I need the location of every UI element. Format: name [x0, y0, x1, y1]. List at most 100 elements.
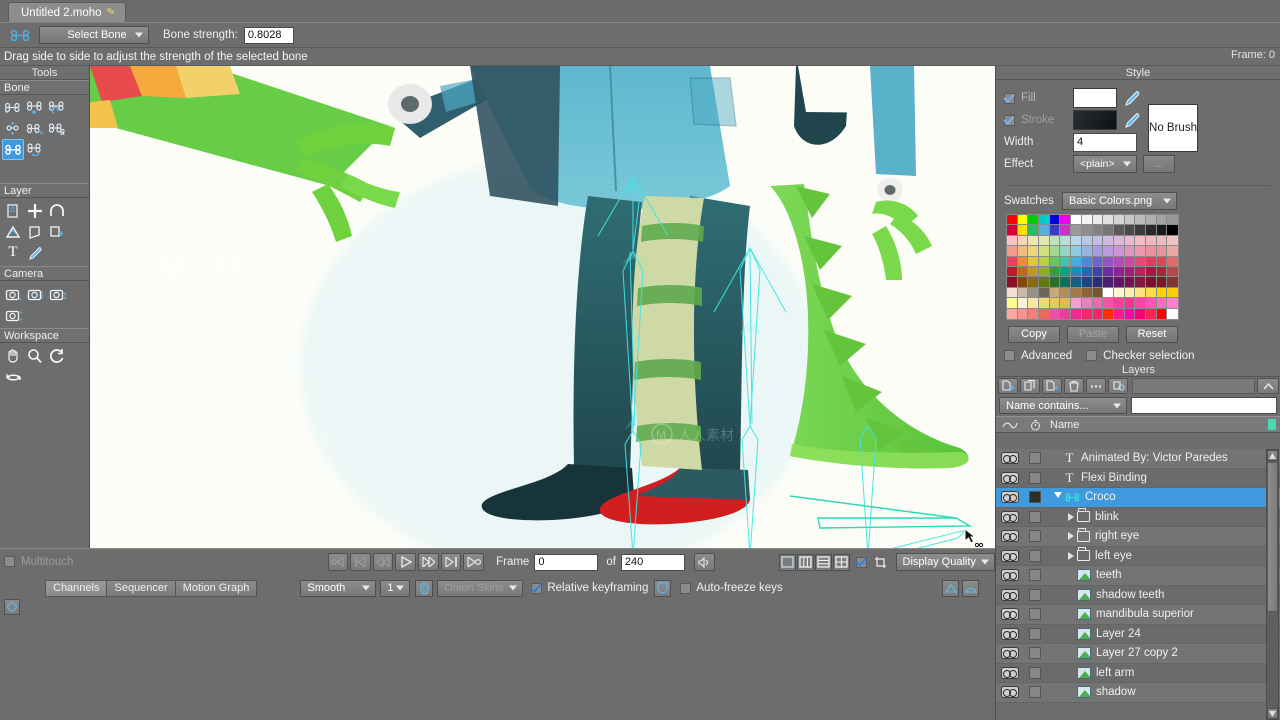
color-swatch[interactable] [1080, 307, 1094, 320]
color-swatch[interactable] [1112, 307, 1126, 320]
step-back-button[interactable] [372, 553, 394, 571]
color-swatch[interactable] [1123, 265, 1137, 279]
add-bone-tool[interactable] [2, 97, 24, 118]
color-swatch[interactable] [1155, 307, 1169, 320]
color-swatch[interactable] [1091, 255, 1105, 268]
color-swatch[interactable] [1155, 265, 1169, 279]
color-swatch[interactable] [1144, 213, 1158, 227]
layer-select-box[interactable] [1024, 627, 1046, 640]
frame-input[interactable]: 0 [534, 553, 599, 571]
layer-rotate-tool[interactable] [46, 200, 68, 221]
color-swatch[interactable] [1112, 234, 1126, 248]
more-options-icon[interactable] [1086, 378, 1106, 394]
layers-list[interactable]: T Animated By: Victor Paredes T Flexi Bindi… [996, 449, 1280, 720]
color-swatch[interactable] [1016, 265, 1030, 279]
layers-scrollbar[interactable] [1266, 449, 1279, 720]
color-swatch[interactable] [1112, 297, 1126, 310]
color-swatch[interactable] [1134, 307, 1147, 320]
color-swatch[interactable] [1080, 286, 1094, 300]
layer-select-box[interactable] [1024, 530, 1046, 543]
fill-checkbox[interactable] [1004, 92, 1015, 104]
color-swatch[interactable] [1027, 297, 1041, 310]
timeline-key-toggle[interactable] [4, 599, 20, 615]
layer-translate-tool[interactable] [2, 200, 24, 221]
color-swatch[interactable] [1006, 297, 1019, 310]
keyframe-shield-icon[interactable] [654, 579, 672, 597]
color-swatch[interactable] [1070, 276, 1083, 289]
zoom-tool[interactable] [24, 345, 46, 366]
duplicate-layer-icon[interactable] [1020, 378, 1040, 394]
color-swatch[interactable] [1038, 213, 1051, 227]
canvas-artwork[interactable]: M 人人素材 M 人人素材 M 人人素材 [90, 66, 995, 548]
chevron-right-icon[interactable] [1068, 532, 1074, 541]
color-swatch[interactable] [1123, 276, 1137, 289]
color-swatch[interactable] [1016, 213, 1030, 227]
color-swatch[interactable] [1016, 286, 1030, 300]
color-swatch[interactable] [1027, 234, 1041, 248]
fill-eyedropper-icon[interactable] [1123, 89, 1141, 107]
onion-skins-combo[interactable]: Onion Skins [437, 579, 524, 597]
color-swatch[interactable] [1027, 265, 1041, 279]
color-swatch[interactable] [1016, 297, 1030, 310]
color-swatch[interactable] [1048, 245, 1062, 258]
color-swatch[interactable] [1070, 224, 1083, 237]
jump-to-end-button[interactable] [463, 553, 485, 571]
color-swatch[interactable] [1059, 286, 1073, 300]
layer-row[interactable]: left eye [996, 546, 1280, 566]
color-swatch[interactable] [1038, 276, 1051, 289]
layers-scroll-up[interactable] [1267, 450, 1278, 461]
color-swatch[interactable] [1038, 255, 1051, 268]
color-swatch[interactable] [1144, 224, 1158, 237]
scale-up-icon[interactable] [942, 579, 959, 597]
color-swatch[interactable] [1091, 245, 1105, 258]
color-swatch[interactable] [1134, 286, 1147, 300]
layers-scroll-down[interactable] [1267, 708, 1278, 719]
transform-bone-tool[interactable] [24, 139, 46, 160]
layer-row[interactable]: Layer 24 [996, 624, 1280, 644]
color-swatch[interactable] [1102, 255, 1115, 268]
color-swatch[interactable] [1134, 276, 1147, 289]
layer-row[interactable]: shadow [996, 683, 1280, 703]
color-swatch[interactable] [1048, 255, 1062, 268]
color-swatch[interactable] [1091, 265, 1105, 279]
layer-row[interactable]: T Flexi Binding [996, 468, 1280, 488]
color-swatch[interactable] [1070, 213, 1083, 227]
layer-select-box[interactable] [1024, 491, 1046, 504]
color-swatch[interactable] [1102, 213, 1115, 227]
color-swatch[interactable] [1006, 224, 1019, 237]
layer-visibility-toggle[interactable] [996, 510, 1024, 523]
play-button[interactable] [395, 553, 417, 571]
color-swatch[interactable] [1006, 245, 1019, 258]
camera-zoom-tool[interactable] [24, 283, 46, 304]
display-quality-combo[interactable]: Display Quality [895, 553, 995, 571]
color-swatch[interactable] [1134, 224, 1147, 237]
advanced-checkbox[interactable] [1004, 350, 1015, 362]
layer-select-box[interactable] [1024, 569, 1046, 582]
color-swatch[interactable] [1102, 286, 1115, 300]
canvas-viewport[interactable]: M 人人素材 M 人人素材 M 人人素材 [90, 66, 995, 548]
color-swatch[interactable] [1112, 224, 1126, 237]
stroke-checkbox[interactable] [1004, 114, 1015, 126]
color-swatch[interactable] [1144, 276, 1158, 289]
color-swatch[interactable] [1080, 265, 1094, 279]
camera-track-tool[interactable] [2, 283, 24, 304]
color-swatch[interactable] [1006, 307, 1019, 320]
scale-down-icon[interactable] [962, 579, 979, 597]
chevron-up-icon[interactable] [1257, 378, 1279, 394]
bone-offset-tool[interactable] [24, 97, 46, 118]
color-swatch[interactable] [1059, 276, 1073, 289]
camera-roll-tool[interactable] [46, 283, 68, 304]
color-swatch[interactable] [1144, 234, 1158, 248]
layer-visibility-toggle[interactable] [996, 491, 1024, 504]
bone-scale-tool[interactable] [2, 118, 24, 139]
layer-visibility-toggle[interactable] [996, 530, 1024, 543]
color-swatch[interactable] [1166, 276, 1179, 289]
interpolation-combo[interactable]: Smooth [300, 579, 377, 597]
color-swatch[interactable] [1091, 297, 1105, 310]
color-swatch[interactable] [1080, 297, 1094, 310]
color-swatch[interactable] [1134, 265, 1147, 279]
text-tool[interactable]: T [2, 242, 24, 263]
color-swatch[interactable] [1038, 307, 1051, 320]
bind-points-tool[interactable] [24, 118, 46, 139]
color-swatch[interactable] [1155, 297, 1169, 310]
